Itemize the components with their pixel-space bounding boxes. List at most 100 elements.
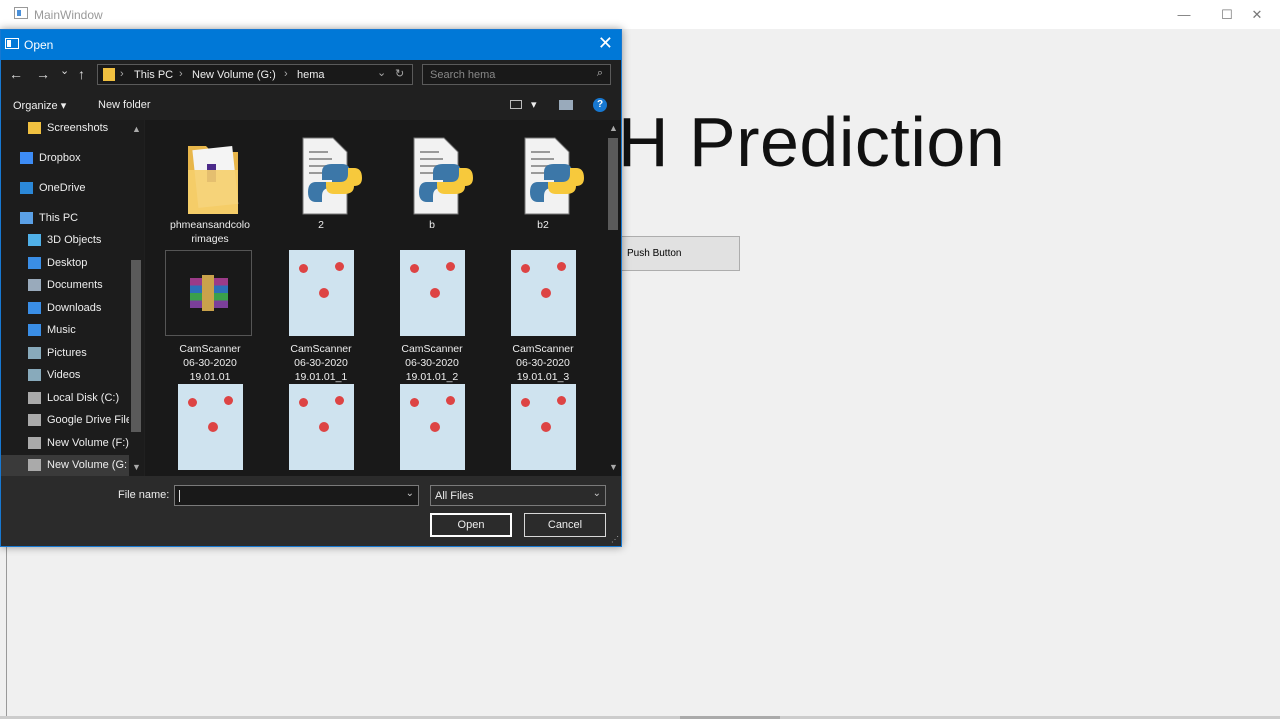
- file-list: phmeansandcolo rimages 2 b b2 CamScanner 06-…: [145, 120, 605, 476]
- nav-scroll-up-icon[interactable]: ▲: [132, 124, 141, 134]
- file-name: phmeansandcolo rimages: [170, 219, 250, 245]
- file-scroll-thumb[interactable]: [608, 138, 618, 230]
- up-icon[interactable]: ↑: [78, 66, 85, 82]
- nav-item-local-disk-c[interactable]: Local Disk (C:): [1, 388, 129, 410]
- python-file-icon: [302, 137, 362, 215]
- cancel-button[interactable]: Cancel: [524, 513, 606, 537]
- dialog-title-bar: Open ✕: [1, 30, 621, 60]
- refresh-icon[interactable]: ↻: [395, 67, 404, 80]
- dialog-title: Open: [24, 38, 54, 52]
- image-thumbnail: [178, 384, 243, 470]
- file-name-dropdown-icon[interactable]: ⌄: [406, 488, 414, 499]
- dialog-close-button[interactable]: ✕: [598, 33, 613, 54]
- image-thumbnail: [289, 384, 354, 470]
- computer-icon: [20, 212, 33, 224]
- organize-menu[interactable]: Organize ▾: [13, 99, 66, 112]
- folder-icon: [28, 122, 41, 134]
- breadcrumb-new-volume[interactable]: New Volume (G:): [192, 69, 276, 81]
- nav-item-label: Dropbox: [39, 152, 81, 164]
- image-thumbnail: [400, 384, 465, 470]
- nav-item-music[interactable]: Music: [1, 320, 129, 342]
- minimize-button[interactable]: —: [1161, 0, 1207, 29]
- resize-grip-icon[interactable]: ⋰: [611, 535, 619, 544]
- nav-item-label: Local Disk (C:): [47, 392, 120, 404]
- nav-item-label: Downloads: [47, 302, 102, 314]
- app-icon: [14, 7, 28, 19]
- search-icon: ⌕: [596, 67, 603, 79]
- drive-icon: [28, 392, 41, 404]
- drive-icon: [28, 414, 41, 426]
- nav-item-label: New Volume (G:: [47, 459, 128, 471]
- main-window-title: MainWindow: [34, 8, 103, 22]
- nav-item-label: Desktop: [47, 257, 88, 269]
- file-name: CamScanner 06-30-2020 19.01.01_3: [512, 343, 574, 383]
- main-title-bar: MainWindow — ☐ ✕: [0, 0, 1280, 29]
- file-name: CamScanner 06-30-2020 19.01.01_2: [401, 343, 463, 383]
- new-folder-button[interactable]: New folder: [98, 99, 151, 111]
- nav-scroll-down-icon[interactable]: ▼: [132, 462, 141, 472]
- address-bar[interactable]: › This PC › New Volume (G:) › hema ⌄ ↻: [97, 64, 413, 85]
- navigation-pane: New Volume (G: New Volume (F:) Google Driv…: [1, 120, 144, 476]
- address-dropdown-icon[interactable]: ⌄: [377, 66, 386, 79]
- image-thumbnail: [511, 384, 576, 470]
- nav-item-label: OneDrive: [39, 182, 86, 194]
- file-type-dropdown-icon: ⌄: [592, 488, 601, 499]
- nav-item-new-volume-f[interactable]: New Volume (F:): [1, 433, 129, 455]
- nav-item-this-pc[interactable]: This PC: [1, 208, 129, 230]
- preview-pane-icon[interactable]: [559, 100, 573, 110]
- file-type-select[interactable]: All Files ⌄: [430, 485, 606, 506]
- dialog-toolbar: Organize ▾ New folder ▾ ?: [1, 90, 621, 120]
- file-scroll-down-icon[interactable]: ▼: [609, 462, 618, 472]
- drive-icon: [28, 459, 41, 471]
- file-name-label: File name:: [118, 489, 170, 501]
- nav-item-3d-objects[interactable]: 3D Objects: [1, 230, 129, 252]
- file-name: b: [429, 219, 435, 231]
- breadcrumb-hema[interactable]: hema: [297, 69, 325, 81]
- breadcrumb-this-pc[interactable]: This PC: [134, 69, 173, 81]
- nav-item-google-drive-file[interactable]: Google Drive File: [1, 410, 129, 432]
- image-thumbnail: [511, 250, 576, 336]
- back-icon[interactable]: ←: [9, 66, 23, 82]
- file-name: 2: [318, 219, 324, 231]
- nav-item-label: Pictures: [47, 347, 87, 359]
- nav-item-downloads[interactable]: Downloads: [1, 298, 129, 320]
- recent-locations-icon[interactable]: ⌄: [60, 64, 69, 77]
- nav-item-screenshots[interactable]: Screenshots: [1, 120, 129, 140]
- nav-item-new-volume-g[interactable]: New Volume (G:: [1, 455, 129, 476]
- nav-item-label: Screenshots: [47, 122, 109, 134]
- search-box[interactable]: Search hema ⌕: [422, 64, 611, 85]
- push-button[interactable]: Push Button: [605, 236, 740, 271]
- folder-icon: [103, 68, 115, 81]
- nav-item-label: Documents: [47, 279, 103, 291]
- file-scroll-up-icon[interactable]: ▲: [609, 123, 618, 133]
- file-scrollbar[interactable]: ▲ ▼: [605, 120, 621, 476]
- nav-item-onedrive[interactable]: OneDrive: [1, 178, 129, 200]
- nav-item-label: Music: [47, 324, 76, 336]
- nav-item-videos[interactable]: Videos: [1, 365, 129, 387]
- open-button[interactable]: Open: [430, 513, 512, 537]
- file-name: CamScanner 06-30-2020 19.01.01_1: [290, 343, 352, 383]
- nav-item-documents[interactable]: Documents: [1, 275, 129, 297]
- nav-item-pictures[interactable]: Pictures: [1, 343, 129, 365]
- desktop-icon: [28, 257, 41, 269]
- cube-icon: [28, 234, 41, 246]
- python-file-icon: [413, 137, 473, 215]
- download-icon: [28, 302, 41, 314]
- file-name: b2: [537, 219, 549, 231]
- close-button[interactable]: ✕: [1234, 0, 1280, 29]
- pictures-icon: [28, 347, 41, 359]
- file-name-input[interactable]: ⌄: [174, 485, 419, 506]
- onedrive-icon: [20, 182, 33, 194]
- nav-item-desktop[interactable]: Desktop: [1, 253, 129, 275]
- nav-scrollbar[interactable]: ▲ ▼: [129, 120, 144, 476]
- forward-icon[interactable]: →: [36, 66, 50, 82]
- view-dropdown-icon[interactable]: ▾: [531, 98, 537, 111]
- nav-item-label: New Volume (F:): [47, 437, 129, 449]
- nav-item-dropbox[interactable]: Dropbox: [1, 148, 129, 170]
- change-view-icon[interactable]: [510, 100, 522, 109]
- dialog-icon: [5, 38, 19, 49]
- music-icon: [28, 324, 41, 336]
- folder-icon: [188, 146, 239, 214]
- nav-scroll-thumb[interactable]: [131, 260, 141, 432]
- help-icon[interactable]: ?: [593, 98, 607, 112]
